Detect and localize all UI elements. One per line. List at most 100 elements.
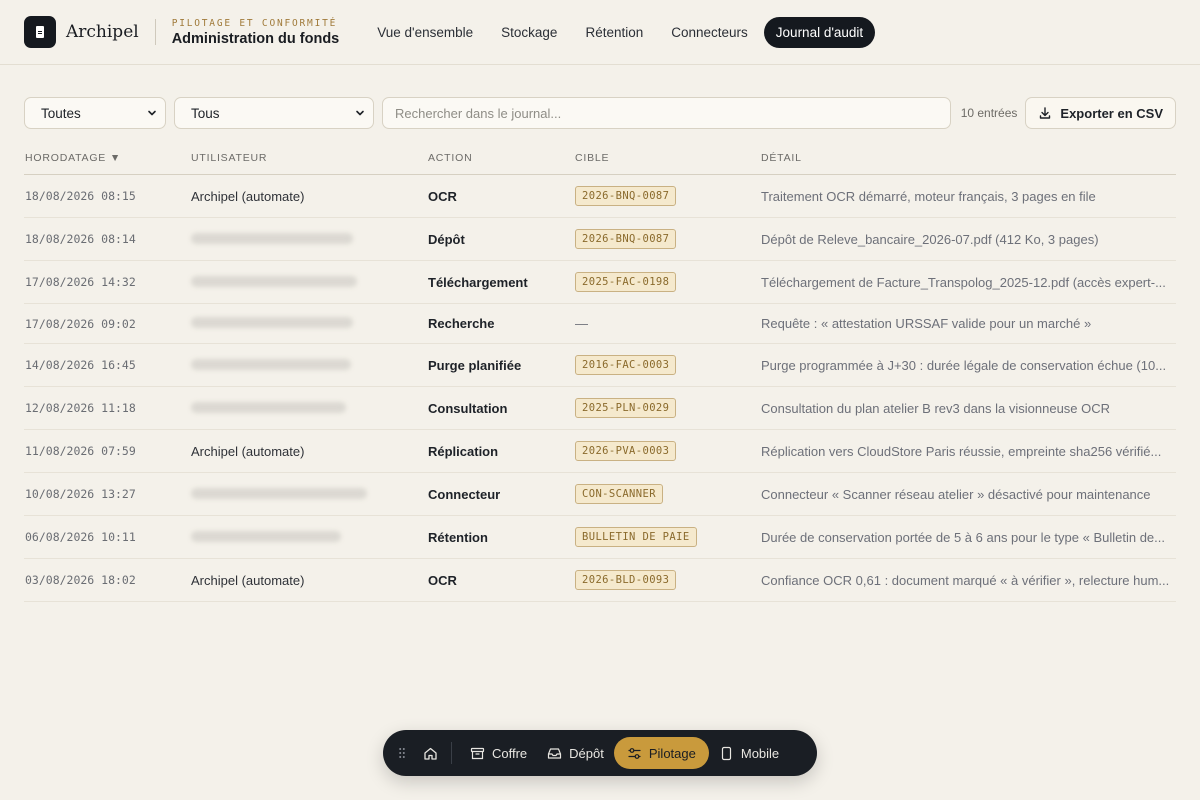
main-nav: Vue d'ensemble Stockage Rétention Connec… [365, 16, 876, 48]
header-target: CIBLE [575, 151, 610, 164]
header-action: ACTION [428, 151, 473, 164]
download-icon [1040, 107, 1051, 119]
row-user [191, 358, 428, 373]
row-timestamp: 12/08/2026 11:18 [25, 401, 136, 415]
dock-depot-button[interactable]: Dépôt [537, 737, 614, 769]
row-action: Purge planifiée [428, 357, 522, 373]
target-chip[interactable]: 2026-BLD-0093 [575, 570, 677, 590]
dock-mobile-label: Mobile [740, 745, 780, 761]
row-detail: Dépôt de Releve_bancaire_2026-07.pdf (41… [761, 231, 1099, 247]
row-action: Réplication [428, 443, 499, 459]
table-row[interactable]: 18/08/2026 08:14 Dépôt 2026-BNQ-0087 Dépôt … [24, 218, 1176, 261]
home-button[interactable] [415, 738, 445, 768]
table-header: HORODATAGE ▼ UTILISATEUR ACTION CIBLE DÉ… [24, 141, 1176, 175]
table-row[interactable]: 17/08/2026 14:32 Téléchargement 2025-FAC-0… [24, 261, 1176, 304]
row-action: Recherche [428, 316, 495, 331]
user-filter-select[interactable]: Toutes [24, 97, 166, 129]
user-filter-value: Toutes [41, 105, 81, 121]
header-user: UTILISATEUR [191, 151, 268, 164]
row-target: 2025-PLN-0029 [575, 398, 761, 418]
action-filter-select[interactable]: Tous [174, 97, 374, 129]
redacted-user [191, 401, 346, 413]
row-action: Consultation [428, 400, 508, 416]
row-timestamp: 18/08/2026 08:14 [25, 232, 136, 246]
row-action: OCR [428, 188, 457, 204]
action-filter-value: Tous [191, 105, 220, 121]
bottom-dock: Coffre Dépôt Pilotage Mobile [383, 730, 817, 776]
audit-toolbar: Toutes Tous 10 entrées Exporter en CSV [24, 97, 1176, 129]
dock-mobile-button[interactable]: Mobile [709, 737, 789, 769]
drag-handle-icon[interactable] [397, 747, 407, 759]
tab-connecteurs[interactable]: Connecteurs [659, 17, 760, 48]
target-chip[interactable]: BULLETIN DE PAIE [575, 527, 697, 547]
row-user [191, 401, 428, 416]
row-user [191, 316, 428, 331]
document-icon [36, 26, 44, 38]
target-chip[interactable]: 2025-FAC-0198 [575, 272, 677, 292]
target-chip[interactable]: 2016-FAC-0003 [575, 355, 677, 375]
row-detail: Purge programmée à J+30 : durée légale d… [761, 357, 1167, 373]
sliders-icon [628, 747, 641, 759]
table-row[interactable]: 06/08/2026 10:11 Rétention BULLETIN DE PAI… [24, 516, 1176, 559]
table-row[interactable]: 14/08/2026 16:45 Purge planifiée 2016-FAC-… [24, 344, 1176, 387]
row-action: Dépôt [428, 231, 465, 247]
audit-table: HORODATAGE ▼ UTILISATEUR ACTION CIBLE DÉ… [24, 141, 1176, 602]
row-action: Connecteur [428, 486, 501, 502]
row-detail: Traitement OCR démarré, moteur français,… [761, 188, 1096, 204]
section-kicker: PILOTAGE ET CONFORMITÉ [171, 17, 338, 29]
phone-icon [721, 746, 731, 760]
dock-coffre-button[interactable]: Coffre [460, 737, 537, 769]
redacted-user [191, 358, 351, 370]
empty-target: — [575, 316, 588, 331]
logo[interactable] [24, 16, 56, 48]
row-detail: Réplication vers CloudStore Paris réussi… [761, 443, 1162, 459]
export-label: Exporter en CSV [1060, 105, 1163, 121]
table-row[interactable]: 11/08/2026 07:59 Archipel (automate) Répli… [24, 430, 1176, 473]
tab-stockage[interactable]: Stockage [489, 17, 569, 48]
table-row[interactable]: 03/08/2026 18:02 Archipel (automate) OCR 20… [24, 559, 1176, 602]
target-chip[interactable]: CON-SCANNER [575, 484, 663, 504]
row-timestamp: 03/08/2026 18:02 [25, 573, 136, 587]
table-row[interactable]: 17/08/2026 09:02 Recherche — Requête : « at… [24, 304, 1176, 344]
row-user [191, 275, 428, 290]
brand-name: Archipel [66, 22, 139, 42]
export-csv-button[interactable]: Exporter en CSV [1025, 97, 1176, 129]
row-timestamp: 18/08/2026 08:15 [25, 189, 136, 203]
table-row[interactable]: 12/08/2026 11:18 Consultation 2025-PLN-002… [24, 387, 1176, 430]
dock-depot-label: Dépôt [569, 745, 604, 761]
table-row[interactable]: 18/08/2026 08:15 Archipel (automate) OCR 20… [24, 175, 1176, 218]
row-detail: Durée de conservation portée de 5 à 6 an… [761, 529, 1165, 545]
chevron-down-icon [148, 110, 156, 116]
tab-vue-ensemble[interactable]: Vue d'ensemble [365, 17, 485, 48]
target-chip[interactable]: 2026-PVA-0003 [575, 441, 677, 461]
header-timestamp[interactable]: HORODATAGE ▼ [24, 152, 191, 164]
table-row[interactable]: 10/08/2026 13:27 Connecteur CON-SCANNER Con… [24, 473, 1176, 516]
archive-icon [470, 747, 485, 759]
dock-pilotage-button[interactable]: Pilotage [613, 737, 709, 769]
entry-count: 10 entrées [960, 106, 1018, 120]
row-timestamp: 17/08/2026 09:02 [25, 316, 136, 331]
row-timestamp: 17/08/2026 14:32 [25, 275, 136, 289]
page-title: Administration du fonds [171, 30, 340, 47]
dock-pilotage-label: Pilotage [648, 745, 696, 761]
target-chip[interactable]: 2026-BNQ-0087 [575, 229, 677, 249]
row-detail: Téléchargement de Facture_Transpolog_202… [761, 274, 1166, 290]
row-target: CON-SCANNER [575, 484, 761, 504]
row-timestamp: 10/08/2026 13:27 [25, 487, 136, 501]
target-chip[interactable]: 2026-BNQ-0087 [575, 186, 677, 206]
row-user: Archipel (automate) [191, 572, 305, 588]
row-timestamp: 06/08/2026 10:11 [25, 530, 136, 544]
row-target: BULLETIN DE PAIE [575, 527, 761, 547]
header-detail: DÉTAIL [761, 151, 802, 164]
app-header: Archipel PILOTAGE ET CONFORMITÉ Administ… [0, 0, 1200, 65]
search-input[interactable] [382, 97, 951, 129]
row-target: 2026-BNQ-0087 [575, 186, 761, 206]
table-body: 18/08/2026 08:15 Archipel (automate) OCR 20… [24, 175, 1176, 602]
target-chip[interactable]: 2025-PLN-0029 [575, 398, 677, 418]
home-icon [423, 747, 437, 760]
row-detail: Consultation du plan atelier B rev3 dans… [761, 400, 1111, 416]
row-timestamp: 14/08/2026 16:45 [25, 358, 136, 372]
redacted-user [191, 275, 357, 287]
tab-journal-audit[interactable]: Journal d'audit [763, 16, 876, 48]
tab-retention[interactable]: Rétention [573, 17, 655, 48]
